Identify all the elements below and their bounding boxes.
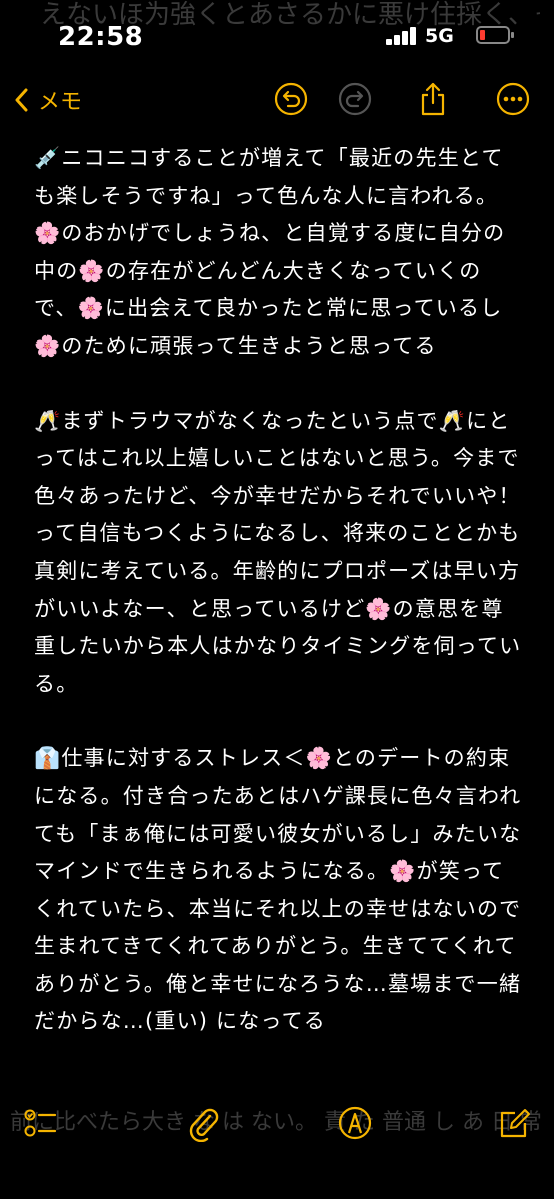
pen-tip-icon	[338, 1106, 372, 1140]
share-button[interactable]	[414, 80, 452, 118]
more-button[interactable]	[494, 80, 532, 118]
checklist-button[interactable]	[20, 1102, 62, 1144]
markup-button[interactable]	[334, 1102, 376, 1144]
back-label: メモ	[38, 90, 83, 115]
share-icon	[421, 82, 445, 116]
ellipsis-icon	[496, 82, 530, 116]
checklist-icon	[24, 1109, 57, 1137]
battery-icon	[476, 26, 514, 44]
redo-button[interactable]	[336, 80, 374, 118]
note-body[interactable]: 💉ニコニコすることが増えて「最近の先生とても楽しそうですね」って色んな人に言われ…	[34, 140, 524, 1078]
note-paragraph-2: 🥂まずトラウマがなくなったという点で🥂にとってはこれ以上嬉しいことはないと思う。…	[34, 408, 522, 696]
signal-icon	[386, 27, 420, 45]
note-paragraph-3: 👔仕事に対するストレス＜🌸とのデートの約束になる。付き合ったあとはハゲ課長に色々…	[34, 746, 522, 1034]
redo-icon	[338, 82, 372, 116]
chevron-left-icon	[15, 88, 28, 112]
paperclip-icon	[189, 1108, 219, 1142]
compose-icon	[500, 1109, 530, 1138]
network-type: 5G	[425, 25, 454, 47]
compose-button[interactable]	[494, 1102, 536, 1144]
bottom-toolbar: 前に比べたら大き な は ない。 責 た 普通 し あ 日 常 的 に	[0, 1080, 554, 1199]
note-paragraph-1: 💉ニコニコすることが増えて「最近の先生とても楽しそうですね」って色んな人に言われ…	[34, 146, 506, 358]
undo-button[interactable]	[272, 80, 310, 118]
attach-button[interactable]	[182, 1102, 224, 1144]
background-ghost-text-bottom: 前に比べたら大き な は ない。 責 た 普通 し あ 日 常 的 に	[10, 1110, 550, 1135]
back-button[interactable]: メモ	[14, 80, 82, 120]
clock: 22:58	[58, 22, 144, 52]
nav-bar: メモ	[0, 70, 554, 128]
undo-icon	[274, 82, 308, 116]
status-bar: えないほ为強くとあさるかに悪け住採く、そ 22:58 5G	[0, 0, 554, 70]
